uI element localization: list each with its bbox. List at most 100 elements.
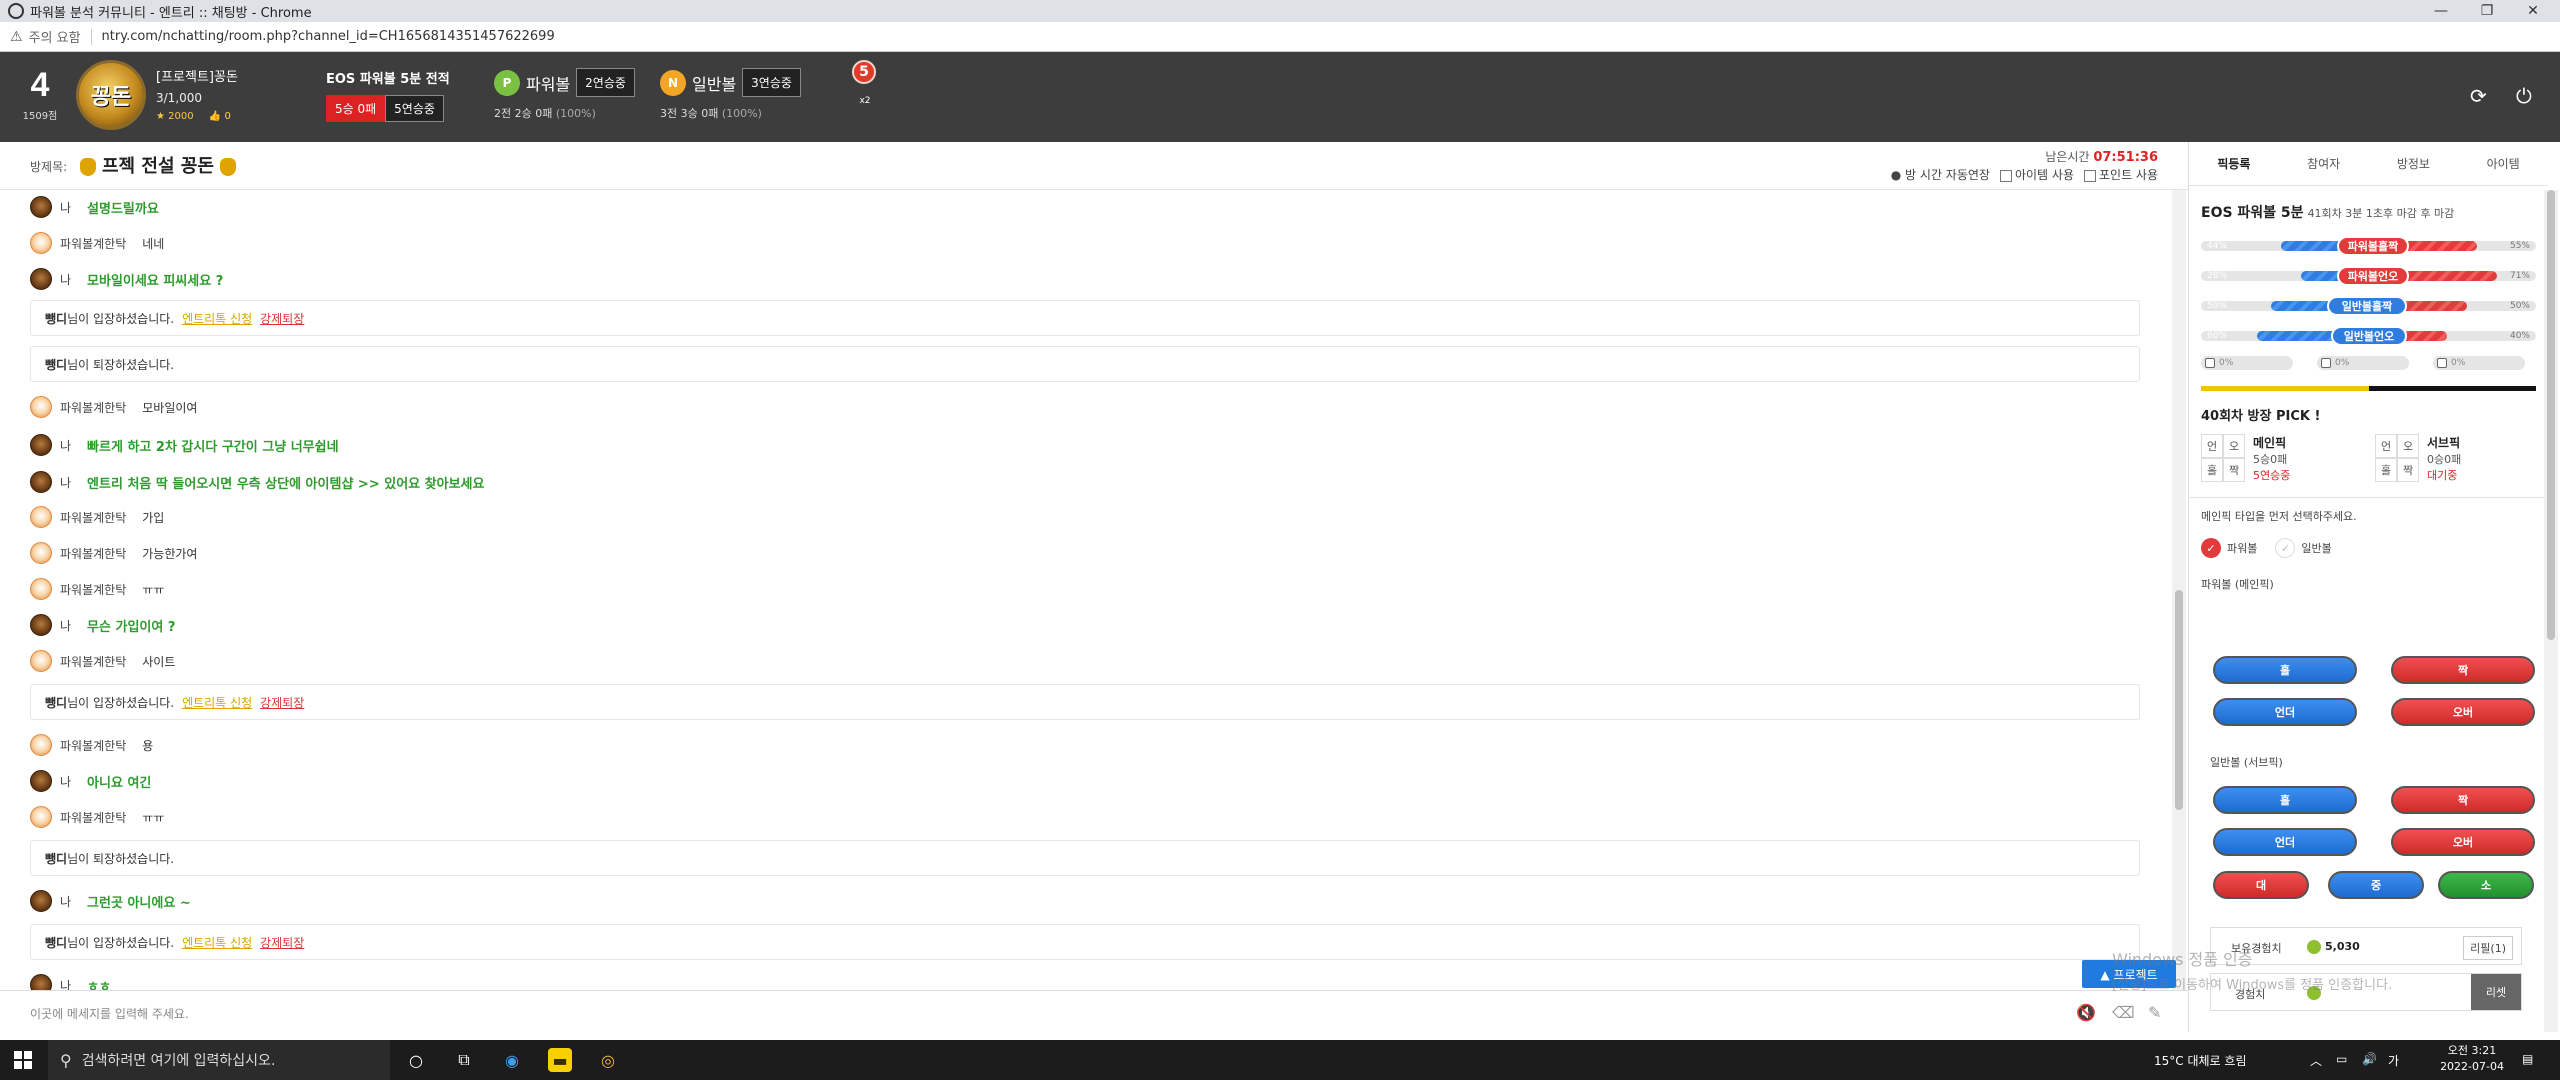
user-info: [프로젝트]꽁돈 3/1,000 ★ 2000 👍 0	[156, 66, 238, 122]
volume-icon[interactable]: 🔊	[2362, 1052, 2377, 1066]
notification-icon[interactable]: ▤	[2522, 1052, 2533, 1066]
record-badge-wins: 5승 0패	[326, 95, 386, 122]
kakaotalk-icon[interactable]: ▬	[548, 1048, 572, 1072]
kick-link[interactable]: 강제퇴장	[260, 310, 304, 327]
system-message: 뺑디 님이 입장하셨습니다. 엔트리톡 신청 강제퇴장	[30, 684, 2140, 720]
chat-author: 파워볼계한탁	[60, 654, 127, 669]
mini-bars: 0% 0% 0%	[2201, 356, 2536, 370]
pick-even-button[interactable]: 짝	[2391, 786, 2535, 814]
restore-icon[interactable]: ❐	[2464, 0, 2510, 22]
chat-message: 파워볼계한탁 용	[30, 734, 153, 756]
side-scrollbar[interactable]	[2544, 190, 2558, 1032]
check-icon[interactable]: ✓	[2201, 538, 2221, 558]
host-pick: 40회차 방장 PICK ! 언오 홀짝 메인픽 5승0패 5연승중 언오 홀짝…	[2189, 391, 2548, 498]
pick-big-button[interactable]: 대	[2213, 871, 2309, 899]
magic-wand-icon[interactable]: ✎	[2148, 1003, 2161, 1022]
pick-small-button[interactable]: 소	[2438, 871, 2534, 899]
close-icon[interactable]: ✕	[2510, 0, 2556, 22]
chat-text: 용	[142, 738, 154, 753]
refill-button[interactable]: 리필(1)	[2463, 936, 2513, 960]
opt-item-checkbox[interactable]: 아이템 사용	[1999, 166, 2074, 183]
reset-button[interactable]: 리셋	[2471, 974, 2521, 1010]
scrollbar-thumb[interactable]	[2547, 190, 2555, 640]
pick-odd-button[interactable]: 홀	[2213, 786, 2357, 814]
pick-odd-button[interactable]: 홀	[2213, 656, 2357, 684]
side-tabs: 픽등록 참여자 방정보 아이템	[2189, 142, 2548, 186]
system-user: 뺑디	[45, 695, 68, 710]
scrollbar-thumb[interactable]	[2175, 590, 2183, 810]
power-icon[interactable]: ⏻	[2516, 84, 2532, 108]
chat-scrollbar[interactable]	[2172, 190, 2186, 990]
kick-link[interactable]: 강제퇴장	[260, 694, 304, 711]
chat-text: 가입	[142, 510, 165, 525]
chat-author: 파워볼계한탁	[60, 236, 127, 251]
pick-over-button[interactable]: 오버	[2391, 698, 2535, 726]
avatar	[30, 542, 52, 564]
section-normalball: 일반볼 (서브픽)	[2210, 756, 2283, 769]
cortana-icon[interactable]: ○	[404, 1048, 428, 1072]
minimize-icon[interactable]: —	[2418, 0, 2464, 22]
pick-over-button[interactable]: 오버	[2391, 828, 2535, 856]
tab-pick-register[interactable]: 픽등록	[2189, 142, 2279, 185]
entry-talk-link[interactable]: 엔트리톡 신청	[182, 934, 252, 951]
chat-message: 나 ㅎㅎ	[30, 974, 111, 990]
medal-multiplier: x2	[859, 96, 871, 106]
entry-talk-link[interactable]: 엔트리톡 신청	[182, 694, 252, 711]
ratio-left: 44%	[2207, 241, 2228, 251]
windows-start-icon[interactable]	[14, 1051, 32, 1069]
network-icon[interactable]: ▭	[2336, 1052, 2347, 1066]
mute-icon[interactable]: 🔇	[2076, 1003, 2096, 1022]
tab-room-info[interactable]: 방정보	[2369, 142, 2459, 185]
main-pick-info: 메인픽 5승0패 5연승중	[2253, 434, 2375, 483]
avatar	[30, 196, 52, 218]
chat-log[interactable]: 나 설명드릴까요 파워볼계한탁 네네 나 모바일이세요 피씨세요 ? 뺑디 님이 입장하…	[0, 190, 2188, 990]
security-warning-label[interactable]: 주의 요함	[29, 27, 81, 46]
pick-cell: 짝	[2397, 458, 2419, 482]
task-view-icon[interactable]: ⧉	[452, 1048, 476, 1072]
edge-icon[interactable]: ◉	[500, 1048, 524, 1072]
avatar[interactable]: 꽁돈	[76, 60, 146, 130]
kick-link[interactable]: 강제퇴장	[260, 934, 304, 951]
pick-under-button[interactable]: 언더	[2213, 828, 2357, 856]
avatar	[30, 268, 52, 290]
taskbar-weather[interactable]: 15°C 대체로 흐림	[2154, 1052, 2246, 1069]
check-icon[interactable]: ✓	[2275, 538, 2296, 558]
taskbar-search[interactable]: ⚲ 검색하려면 여기에 입력하십시오.	[48, 1040, 390, 1080]
chat-input[interactable]: 이곳에 메세지를 입력해 주세요.	[30, 1005, 189, 1022]
tray-chevron-icon[interactable]: ︿	[2310, 1052, 2322, 1069]
progress-divider	[2201, 386, 2536, 391]
mini-bar-value: 0%	[2335, 358, 2350, 368]
refresh-icon[interactable]: ⟳	[2470, 84, 2487, 108]
eraser-icon[interactable]: ⌫	[2112, 1003, 2135, 1022]
avatar	[30, 232, 52, 254]
chrome-icon[interactable]: ◎	[596, 1048, 620, 1072]
opt-point-checkbox[interactable]: 포인트 사용	[2083, 166, 2158, 183]
tab-items[interactable]: 아이템	[2458, 142, 2548, 185]
ratio-left: 28%	[2207, 271, 2228, 281]
pick-under-button[interactable]: 언더	[2213, 698, 2357, 726]
opt-extend[interactable]: ● 방 시간 자동연장	[1891, 166, 1990, 183]
avatar	[30, 396, 52, 418]
level-points: 1509점	[22, 111, 58, 122]
taskbar-clock[interactable]: 오전 3:21 2022-07-04	[2440, 1043, 2504, 1075]
radio-powerball-label[interactable]: 파워볼	[2227, 540, 2257, 556]
normalball-streak: 3연승중	[742, 68, 801, 97]
address-bar[interactable]: ⚠ 주의 요함 ntry.com/nchatting/room.php?chan…	[0, 22, 2560, 52]
windows-activation-watermark: Windows 정품 인증 [설정]으로 이동하여 Windows를 정품 인증…	[2112, 946, 2392, 993]
url-text[interactable]: ntry.com/nchatting/room.php?channel_id=C…	[102, 29, 555, 44]
entry-talk-link[interactable]: 엔트리톡 신청	[182, 310, 252, 327]
radio-normal-label[interactable]: 일반볼	[2301, 540, 2331, 556]
pick-cell: 짝	[2223, 458, 2245, 482]
room-header: 방제목: 프젝 전설 꽁돈 남은시간 07:51:36 ● 방 시간 자동연장 …	[0, 142, 2188, 190]
eos-panel: EOS 파워볼 5분 41회차 3분 1초후 마감 후 마감 44% 55% 파워…	[2189, 186, 2548, 391]
tab-participants[interactable]: 참여자	[2279, 142, 2369, 185]
chat-message: 나 모바일이세요 피씨세요 ?	[30, 268, 223, 290]
pick-even-button[interactable]: 짝	[2391, 656, 2535, 684]
site-favicon-icon	[8, 3, 24, 19]
sub-pick-status: 대기중	[2427, 469, 2458, 482]
pick-mid-button[interactable]: 중	[2328, 871, 2424, 899]
pick-area: 메인픽 타입을 먼저 선택하주세요. ✓ 파워볼 ✓ 일반볼 파워볼 (메인픽)	[2189, 498, 2548, 602]
timer-value: 07:51:36	[2093, 150, 2158, 165]
opt-item-label: 아이템 사용	[2014, 168, 2074, 182]
ime-icon[interactable]: 가	[2388, 1052, 2399, 1069]
